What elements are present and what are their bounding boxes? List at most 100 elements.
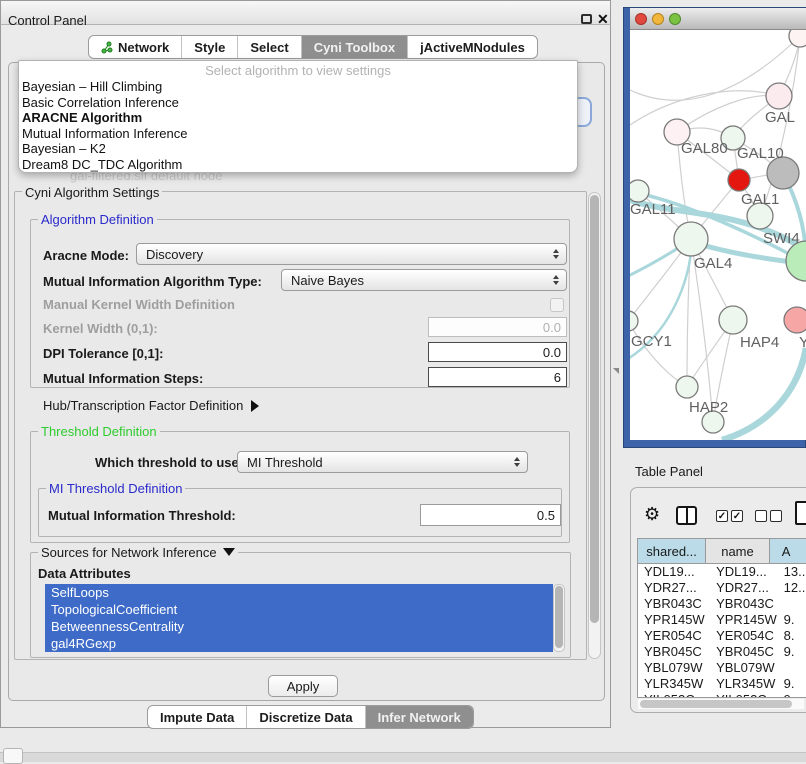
bottom-status-strip [0, 752, 806, 762]
network-icon [101, 41, 113, 54]
manual-kernel-checkbox[interactable] [550, 298, 564, 312]
settings-scrollbar-thumb[interactable] [590, 195, 599, 623]
attributes-scrollbar[interactable] [553, 584, 565, 652]
table-row[interactable]: YLR345WYLR345W9. [638, 676, 806, 692]
tab-network[interactable]: Network [89, 36, 181, 58]
node-label: HAP4 [740, 334, 779, 351]
table-row[interactable]: YDR27...YDR27...12... [638, 580, 806, 596]
control-panel-title: Control Panel [8, 13, 87, 28]
aracne-mode-select[interactable]: Discovery [136, 243, 567, 265]
data-attributes-label: Data Attributes [38, 566, 131, 581]
node-table-body: YDL19...YDL19...13... YDR27...YDR27...12… [638, 564, 806, 697]
cyni-bottom-tabbar: Impute Data Discretize Data Infer Networ… [147, 705, 474, 729]
table-row[interactable]: YBR043CYBR043C [638, 596, 806, 612]
table-row[interactable]: YBR045CYBR045C9. [638, 644, 806, 660]
node-GAL7[interactable] [766, 83, 792, 109]
node-HAP2[interactable] [676, 376, 698, 398]
gear-icon[interactable]: ⚙ [644, 504, 660, 525]
mi-steps-field[interactable]: 6 [428, 367, 567, 387]
mi-type-select[interactable]: Naive Bayes [281, 269, 567, 291]
dropdown-item[interactable]: Bayesian – K2 [19, 141, 577, 157]
mi-type-label: Mutual Information Algorithm Type: [43, 274, 262, 289]
dropdown-item[interactable]: Bayesian – Hill Climbing [19, 79, 577, 95]
attribute-item-selected[interactable]: gal4RGexp [45, 635, 553, 652]
dropdown-item[interactable]: Basic Correlation Inference [19, 95, 577, 111]
tab-infer-network[interactable]: Infer Network [365, 706, 473, 728]
hub-factor-label: Hub/Transcription Factor Definition [43, 398, 243, 413]
which-threshold-label: Which threshold to use: [95, 455, 243, 470]
network-canvas[interactable]: GAL GAL80 GAL10 GAL1 GAL11 SWI4 GAL4 GCY… [630, 30, 806, 440]
algorithm-definition-legend: Algorithm Definition [38, 212, 157, 227]
tab-style[interactable]: Style [181, 36, 237, 58]
traffic-lights [634, 12, 684, 26]
column-header-shared-name[interactable]: shared... [638, 539, 706, 563]
tab-impute-data[interactable]: Impute Data [148, 706, 246, 728]
dpi-tolerance-field[interactable]: 0.0 [428, 342, 567, 362]
float-window-icon[interactable] [581, 14, 592, 24]
kernel-width-field[interactable]: 0.0 [428, 317, 567, 337]
table-scrollbar-thumb[interactable] [640, 700, 792, 708]
table-panel-title: Table Panel [635, 464, 703, 479]
tab-jactivemnodules[interactable]: jActiveMNodules [407, 36, 537, 58]
attribute-item-selected[interactable]: SelfLoops [45, 584, 553, 601]
control-panel-tabbar: Network Style Select Cyni Toolbox jActiv… [88, 35, 538, 59]
node-Y[interactable] [784, 307, 806, 333]
node-GAL1[interactable] [728, 169, 750, 191]
table-row[interactable]: YDL19...YDL19...13... [638, 564, 806, 580]
unchecked-checkbox-icon[interactable] [770, 510, 782, 522]
mi-steps-label: Mutual Information Steps: [43, 371, 203, 386]
node-label: HAP2 [689, 399, 728, 416]
spinner-icon [553, 275, 559, 285]
splitter-handle[interactable] [613, 368, 619, 374]
dropdown-item-selected[interactable]: ARACNE Algorithm [19, 110, 577, 126]
node-GCY1[interactable] [630, 311, 638, 331]
attribute-item-selected[interactable]: TopologicalCoefficient [45, 601, 553, 618]
table-row[interactable]: YPR145WYPR145W9. [638, 612, 806, 628]
tab-select[interactable]: Select [237, 36, 300, 58]
data-attributes-list: SelfLoops TopologicalCoefficient Between… [45, 584, 553, 652]
document-icon[interactable] [795, 501, 806, 525]
column-header-truncated[interactable]: A [770, 539, 806, 563]
dpi-tolerance-label: DPI Tolerance [0,1]: [43, 346, 163, 361]
table-horizontal-scrollbar[interactable] [638, 699, 804, 709]
node-unlabeled-green[interactable] [786, 241, 806, 281]
tab-network-label: Network [118, 40, 169, 55]
tab-cyni-toolbox[interactable]: Cyni Toolbox [301, 36, 407, 58]
mi-threshold-field[interactable]: 0.5 [420, 504, 561, 526]
table-row[interactable]: YIL052CYIL052C9 [638, 692, 806, 697]
network-graph: GAL GAL80 GAL10 GAL1 GAL11 SWI4 GAL4 GCY… [630, 30, 806, 440]
hub-factor-section[interactable]: Hub/Transcription Factor Definition [43, 398, 259, 413]
split-columns-icon[interactable] [676, 506, 697, 525]
column-header-name[interactable]: name [706, 539, 770, 563]
which-threshold-value: MI Threshold [247, 455, 323, 470]
node-label: GAL10 [737, 145, 784, 162]
checked-checkbox-icon[interactable]: ✓ [716, 510, 728, 522]
apply-button[interactable]: Apply [268, 675, 338, 697]
node-HAP4[interactable] [719, 306, 747, 334]
node-GAL4[interactable] [674, 222, 708, 256]
mi-threshold-label: Mutual Information Threshold: [48, 508, 236, 523]
mi-type-value: Naive Bayes [291, 273, 364, 288]
spinner-icon [514, 457, 520, 467]
dropdown-item[interactable]: Dream8 DC_TDC Algorithm [19, 157, 577, 173]
tab-discretize-data[interactable]: Discretize Data [246, 706, 364, 728]
attributes-scrollbar-thumb[interactable] [555, 586, 563, 648]
window-close-icon[interactable] [636, 14, 647, 25]
attribute-item-selected[interactable]: BetweennessCentrality [45, 618, 553, 635]
cyni-settings-legend: Cyni Algorithm Settings [22, 185, 162, 200]
control-panel-titlebar[interactable] [0, 0, 611, 25]
node-label: GAL1 [741, 191, 779, 208]
checked-checkbox-icon[interactable]: ✓ [731, 510, 743, 522]
settings-scrollbar[interactable] [588, 192, 601, 659]
table-row[interactable]: YBL079WYBL079W [638, 660, 806, 676]
close-icon[interactable]: ✕ [597, 11, 609, 28]
window-minimize-icon[interactable] [653, 14, 664, 25]
window-zoom-icon[interactable] [670, 14, 681, 25]
node-GAL11[interactable] [630, 180, 649, 202]
expand-arrow-icon [251, 400, 259, 412]
dropdown-item[interactable]: Mutual Information Inference [19, 126, 577, 142]
unchecked-checkbox-icon[interactable] [755, 510, 767, 522]
sources-legend[interactable]: Sources for Network Inference [38, 545, 238, 560]
table-row[interactable]: YER054CYER054C8. [638, 628, 806, 644]
which-threshold-select[interactable]: MI Threshold [237, 451, 528, 473]
